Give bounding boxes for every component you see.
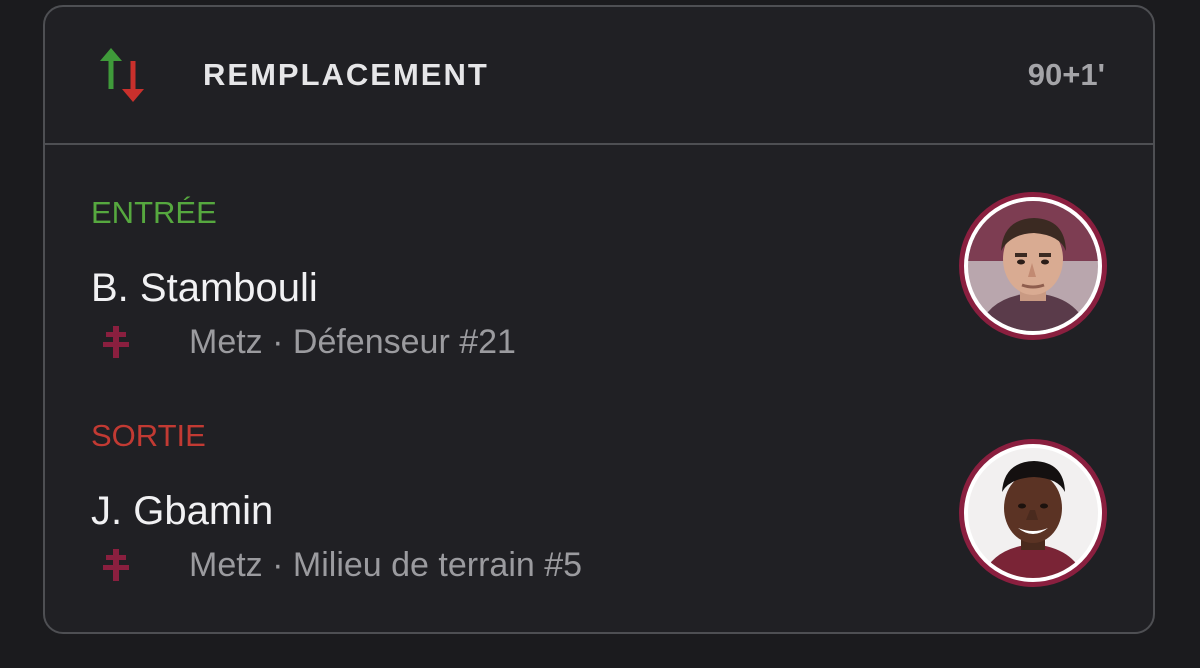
- player-in-team-row: Metz · Défenseur #21: [91, 322, 516, 362]
- event-title: REMPLACEMENT: [203, 57, 489, 92]
- player-in-photo: [968, 201, 1098, 331]
- player-in-avatar[interactable]: [959, 192, 1107, 340]
- player-out-details: Metz · Milieu de terrain #5: [189, 545, 583, 584]
- player-out-team-row: Metz · Milieu de terrain #5: [91, 545, 582, 585]
- player-out-photo: [968, 448, 1098, 578]
- substitution-arrows-icon: [100, 48, 144, 102]
- player-in-label: ENTRÉE: [91, 195, 217, 230]
- player-in-details: Metz · Défenseur #21: [189, 322, 516, 361]
- metz-cross-icon: [103, 549, 129, 581]
- player-in-name[interactable]: B. Stambouli: [91, 266, 318, 311]
- player-out-name[interactable]: J. Gbamin: [91, 489, 273, 534]
- player-out-label: SORTIE: [91, 418, 206, 453]
- player-out-avatar[interactable]: [959, 439, 1107, 587]
- event-minute: 90+1': [1027, 57, 1105, 92]
- card-header: REMPLACEMENT 90+1': [45, 7, 1153, 145]
- substitution-card: REMPLACEMENT 90+1' ENTRÉE B. Stambouli M…: [43, 5, 1155, 634]
- metz-cross-icon: [103, 326, 129, 358]
